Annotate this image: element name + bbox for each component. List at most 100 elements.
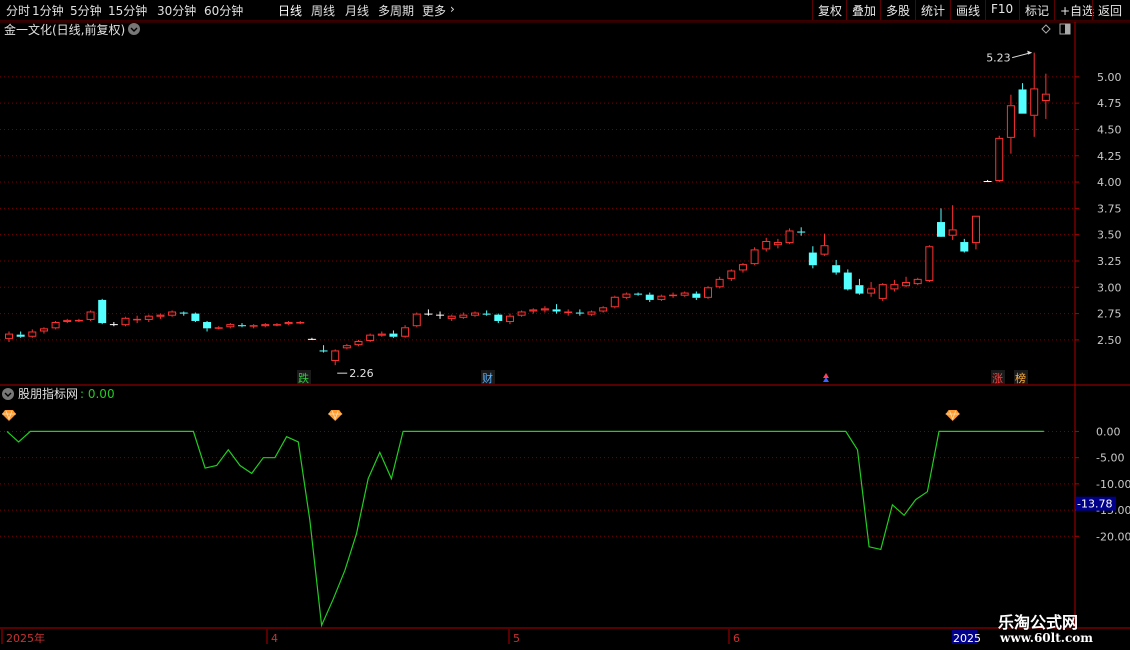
price-tick-label-10: 5.00	[1097, 71, 1122, 84]
candle-37	[436, 311, 445, 319]
candle-13	[156, 313, 165, 319]
candle-31	[366, 333, 375, 343]
price-tick-label-7: 4.25	[1097, 150, 1122, 163]
date-label-2: 5	[513, 632, 520, 645]
candle-63	[738, 263, 747, 273]
cursor-date-label: 2025	[953, 632, 981, 645]
candle-20	[238, 323, 246, 328]
candle-87	[1018, 83, 1027, 114]
candle-6	[74, 318, 83, 323]
candle-44	[517, 310, 526, 317]
candle-35	[412, 312, 421, 328]
candle-41	[482, 310, 491, 316]
current-value-tag: -13.78	[1077, 498, 1112, 511]
ind-tick-label-1: -5.00	[1096, 452, 1124, 465]
diamond-outline-icon	[1041, 24, 1051, 34]
candle-79	[925, 245, 934, 283]
candle-58	[680, 291, 689, 297]
candle-69	[808, 246, 817, 269]
candle-60	[704, 286, 712, 299]
indicator-chevron-icon	[2, 388, 14, 400]
candle-21	[249, 324, 258, 329]
candle-67	[785, 228, 794, 245]
chevron-down-icon	[128, 23, 140, 35]
candle-9	[109, 322, 118, 327]
candle-30	[354, 339, 363, 347]
candle-89	[1041, 73, 1050, 119]
candle-2	[28, 329, 37, 338]
indicator-line	[6, 430, 1044, 628]
candle-12	[144, 314, 153, 323]
max-arrow-head	[1027, 50, 1033, 55]
candle-83	[971, 215, 980, 250]
candle-88	[1030, 52, 1039, 137]
candle-56	[657, 294, 666, 301]
diamond-icon-2	[945, 410, 960, 421]
candle-54	[634, 292, 643, 296]
candle-27	[319, 345, 328, 353]
watermark-logo: 乐淘公式网	[998, 613, 1079, 632]
price-tick-label-5: 3.75	[1097, 202, 1122, 215]
diamond-icon-1	[328, 410, 343, 421]
candle-71	[832, 259, 841, 275]
date-label-1: 4	[271, 632, 278, 645]
candle-66	[773, 238, 782, 249]
candle-1	[16, 331, 25, 338]
candle-49	[575, 309, 584, 316]
candle-85	[995, 135, 1004, 183]
indicator-value: : 0.00	[80, 387, 115, 401]
max-price-label: 5.23	[986, 52, 1011, 65]
candle-16	[191, 312, 200, 323]
candle-45	[529, 308, 538, 314]
candle-72	[843, 269, 852, 291]
price-tick-label-4: 3.50	[1097, 229, 1122, 242]
candle-3	[39, 327, 48, 334]
indicator-name: 股朋指标网	[18, 386, 78, 401]
event-marker-3: 榜	[1015, 371, 1026, 385]
candle-25	[296, 320, 305, 325]
price-tick-label-3: 3.25	[1097, 255, 1122, 268]
chart-title: 金一文化(日线,前复权)	[4, 22, 125, 37]
candle-47	[552, 304, 561, 314]
candle-18	[214, 326, 223, 330]
candle-34	[401, 325, 410, 338]
candle-33	[389, 330, 398, 338]
candle-57	[669, 292, 678, 298]
candle-52	[610, 295, 619, 309]
candle-84	[983, 179, 992, 183]
ind-tick-label-4: -20.00	[1096, 530, 1130, 543]
candle-24	[284, 320, 293, 326]
candle-32	[377, 331, 386, 337]
price-tick-label-8: 4.50	[1097, 123, 1122, 136]
min-price-label: 2.26	[349, 367, 374, 380]
candle-80	[937, 208, 945, 237]
candle-40	[471, 311, 479, 317]
candle-46	[540, 306, 549, 313]
candle-43	[505, 313, 514, 325]
candle-38	[447, 314, 456, 321]
candle-7	[86, 310, 95, 321]
candle-82	[960, 238, 969, 253]
candle-10	[121, 316, 130, 327]
candle-77	[902, 276, 911, 288]
candle-14	[168, 310, 177, 317]
candle-70	[820, 233, 829, 256]
kline-chart: 2.50 2.75 3.00 3.25 3.50 3.75 4.00 4.25 4.50 4.75…	[0, 21, 1130, 645]
price-tick-label-6: 4.00	[1097, 176, 1122, 189]
candle-36	[424, 309, 433, 316]
candle-75	[878, 283, 887, 301]
candle-15	[179, 311, 188, 316]
candle-23	[272, 323, 281, 327]
diamond-icon-0	[2, 410, 16, 421]
candle-59	[692, 291, 701, 300]
candle-51	[599, 306, 608, 313]
price-tick-label-2: 3.00	[1097, 281, 1122, 294]
candle-55	[645, 292, 654, 303]
price-tick-label-1: 2.75	[1097, 308, 1122, 321]
candle-78	[913, 277, 922, 286]
candle-19	[226, 323, 235, 329]
candle-22	[261, 323, 270, 328]
watermark-url: www.60lt.com	[1000, 631, 1093, 645]
candle-8	[98, 298, 107, 325]
candle-42	[494, 313, 503, 324]
